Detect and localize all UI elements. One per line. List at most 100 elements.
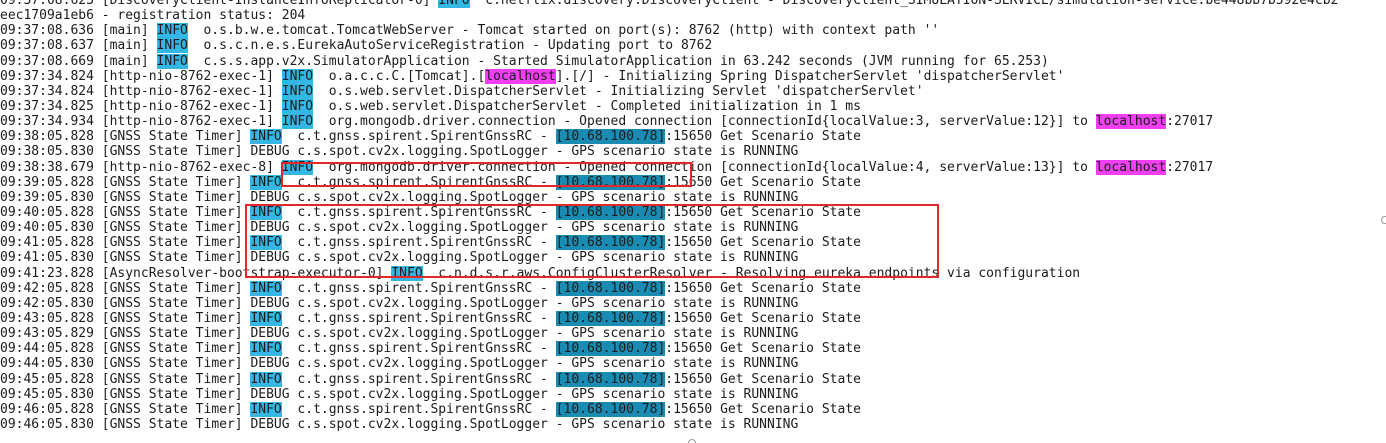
log-text: o.s.c.n.e.s.EurekaAutoServiceRegistratio… (187, 38, 713, 54)
log-line: 09:38:38.679 [http-nio-8762-exec-8] INFO… (0, 159, 1338, 175)
log-level-badge: INFO (156, 23, 188, 39)
log-text: 09:40:05.828 [GNSS State Timer] (0, 204, 251, 220)
log-text: c.t.gnss.spirent.SpirentGnssRC - (281, 341, 556, 357)
ip-address-highlight: [10.68.100.78] (555, 371, 666, 387)
log-line: 09:41:05.828 [GNSS State Timer] INFO c.t… (0, 235, 1338, 251)
log-text: ].[/] - Initializing Spring DispatcherSe… (555, 68, 1065, 84)
log-text: 09:37:34.825 [http-nio-8762-exec-1] (0, 98, 282, 114)
log-text: :15650 Get Scenario State (665, 280, 861, 296)
log-text: 09:37:08.669 [main] (0, 53, 157, 69)
log-level-badge: INFO (250, 341, 282, 357)
log-text: c.t.gnss.spirent.SpirentGnssRC - (281, 280, 556, 296)
log-line: 09:40:05.828 [GNSS State Timer] INFO c.t… (0, 204, 1338, 220)
log-line: 09:37:08.636 [main] INFO o.s.b.w.e.tomca… (0, 23, 1338, 39)
log-level-badge: INFO (250, 280, 282, 296)
log-text: :15650 Get Scenario State (665, 371, 861, 387)
log-text: 09:39:05.828 [GNSS State Timer] (0, 174, 251, 190)
log-level-badge: INFO (250, 235, 282, 251)
log-line: 09:37:08.637 [main] INFO o.s.c.n.e.s.Eur… (0, 38, 1338, 54)
log-text: eec1709a1eb6 - registration status: 204 (0, 8, 306, 24)
log-level-badge: INFO (391, 265, 423, 281)
ip-address-highlight: [10.68.100.78] (555, 129, 666, 145)
log-text: :15650 Get Scenario State (665, 341, 861, 357)
log-text: 09:39:05.830 [GNSS State Timer] DEBUG c.… (0, 189, 799, 205)
log-text: 09:41:05.830 [GNSS State Timer] DEBUG c.… (0, 250, 799, 266)
log-text: o.s.web.servlet.DispatcherServlet - Comp… (313, 98, 861, 114)
log-text: 09:38:05.830 [GNSS State Timer] DEBUG c.… (0, 144, 799, 160)
log-text: :15650 Get Scenario State (665, 129, 861, 145)
log-text: c.t.gnss.spirent.SpirentGnssRC - (281, 401, 556, 417)
log-text: c.netflix.discovery.DiscoveryClient - Di… (469, 0, 1339, 8)
log-line: 09:39:05.830 [GNSS State Timer] DEBUG c.… (0, 190, 1338, 205)
log-text: 09:38:05.828 [GNSS State Timer] (0, 129, 251, 145)
log-text: 09:40:05.830 [GNSS State Timer] DEBUG c.… (0, 220, 799, 236)
log-text: org.mongodb.driver.connection - Opened c… (313, 159, 1096, 175)
log-line: 09:37:34.934 [http-nio-8762-exec-1] INFO… (0, 114, 1338, 130)
ip-address-highlight: [10.68.100.78] (555, 204, 666, 220)
log-text: 09:38:38.679 [http-nio-8762-exec-8] (0, 159, 282, 175)
hostname-highlight: localhost (485, 68, 556, 84)
log-text: :15650 Get Scenario State (665, 204, 861, 220)
log-level-badge: INFO (281, 68, 314, 84)
log-line: 09:40:05.830 [GNSS State Timer] DEBUG c.… (0, 220, 1338, 235)
log-level-badge: INFO (438, 0, 470, 8)
log-text: 09:37:08.623 [DiscoveryClient-InstanceIn… (0, 0, 439, 8)
log-level-badge: INFO (281, 83, 314, 99)
log-text: o.s.web.servlet.DispatcherServlet - Init… (313, 83, 924, 99)
log-text: 09:46:05.828 [GNSS State Timer] (0, 401, 251, 417)
resize-handle-right[interactable] (1381, 216, 1386, 224)
log-text: c.t.gnss.spirent.SpirentGnssRC - (281, 129, 556, 145)
log-level-badge: INFO (156, 53, 188, 69)
log-text: o.a.c.c.C.[Tomcat].[ (313, 68, 486, 84)
log-text: c.n.d.s.r.aws.ConfigClusterResolver - Re… (422, 265, 1081, 281)
log-line: 09:37:34.825 [http-nio-8762-exec-1] INFO… (0, 98, 1338, 114)
ip-address-highlight: [10.68.100.78] (555, 235, 666, 251)
ip-address-highlight: [10.68.100.78] (555, 341, 666, 357)
log-level-badge: INFO (250, 310, 282, 326)
log-level-badge: INFO (281, 114, 314, 130)
log-text: 09:44:05.830 [GNSS State Timer] DEBUG c.… (0, 356, 799, 372)
log-text: 09:44:05.828 [GNSS State Timer] (0, 341, 251, 357)
log-text: c.s.s.app.v2x.SimulatorApplication - Sta… (187, 53, 1049, 69)
log-line: 09:37:34.824 [http-nio-8762-exec-1] INFO… (0, 68, 1338, 84)
log-line: eec1709a1eb6 - registration status: 204 (0, 8, 1338, 23)
terminal-output[interactable]: 09:37:08.623 [DiscoveryClient-InstanceIn… (0, 0, 1386, 443)
log-text: 09:45:05.828 [GNSS State Timer] (0, 371, 251, 387)
log-text: :15650 Get Scenario State (665, 235, 861, 251)
log-line: 09:37:08.623 [DiscoveryClient-InstanceIn… (0, 0, 1338, 8)
log-line: 09:46:05.828 [GNSS State Timer] INFO c.t… (0, 401, 1338, 417)
log-line: 09:42:05.830 [GNSS State Timer] DEBUG c.… (0, 296, 1338, 311)
log-level-badge: INFO (250, 174, 282, 190)
log-text: org.mongodb.driver.connection - Opened c… (313, 114, 1096, 130)
log-text: 09:37:34.824 [http-nio-8762-exec-1] (0, 83, 282, 99)
log-line: 09:43:05.829 [GNSS State Timer] DEBUG c.… (0, 326, 1338, 341)
log-level-badge: INFO (250, 129, 282, 145)
log-text: 09:37:34.934 [http-nio-8762-exec-1] (0, 114, 282, 130)
log-text: :27017 (1166, 114, 1214, 130)
log-text: :15650 Get Scenario State (665, 174, 861, 190)
log-text: 09:45:05.830 [GNSS State Timer] DEBUG c.… (0, 386, 799, 402)
log-text: 09:43:05.829 [GNSS State Timer] DEBUG c.… (0, 326, 799, 342)
log-text: 09:41:23.828 [AsyncResolver-bootstrap-ex… (0, 265, 392, 281)
log-line: 09:42:05.828 [GNSS State Timer] INFO c.t… (0, 280, 1338, 296)
log-text: c.t.gnss.spirent.SpirentGnssRC - (281, 371, 556, 387)
log-line: 09:46:05.830 [GNSS State Timer] DEBUG c.… (0, 417, 1338, 432)
log-text: c.t.gnss.spirent.SpirentGnssRC - (281, 310, 556, 326)
log-text: 09:41:05.828 [GNSS State Timer] (0, 235, 251, 251)
resize-handle-bottom[interactable] (688, 439, 696, 443)
ip-address-highlight: [10.68.100.78] (555, 401, 666, 417)
log-level-badge: INFO (156, 38, 188, 54)
log-level-badge: INFO (281, 98, 314, 114)
log-text: c.t.gnss.spirent.SpirentGnssRC - (281, 235, 556, 251)
log-text: :27017 (1166, 159, 1214, 175)
log-line: 09:41:23.828 [AsyncResolver-bootstrap-ex… (0, 265, 1338, 281)
log-line: 09:44:05.828 [GNSS State Timer] INFO c.t… (0, 341, 1338, 357)
ip-address-highlight: [10.68.100.78] (555, 174, 666, 190)
log-line: 09:41:05.830 [GNSS State Timer] DEBUG c.… (0, 250, 1338, 265)
log-level-badge: INFO (281, 159, 314, 175)
log-text: 09:42:05.830 [GNSS State Timer] DEBUG c.… (0, 295, 799, 311)
ip-address-highlight: [10.68.100.78] (555, 280, 666, 296)
log-text: c.t.gnss.spirent.SpirentGnssRC - (281, 174, 556, 190)
log-line: 09:37:34.824 [http-nio-8762-exec-1] INFO… (0, 83, 1338, 99)
log-text: 09:37:08.636 [main] (0, 23, 157, 39)
